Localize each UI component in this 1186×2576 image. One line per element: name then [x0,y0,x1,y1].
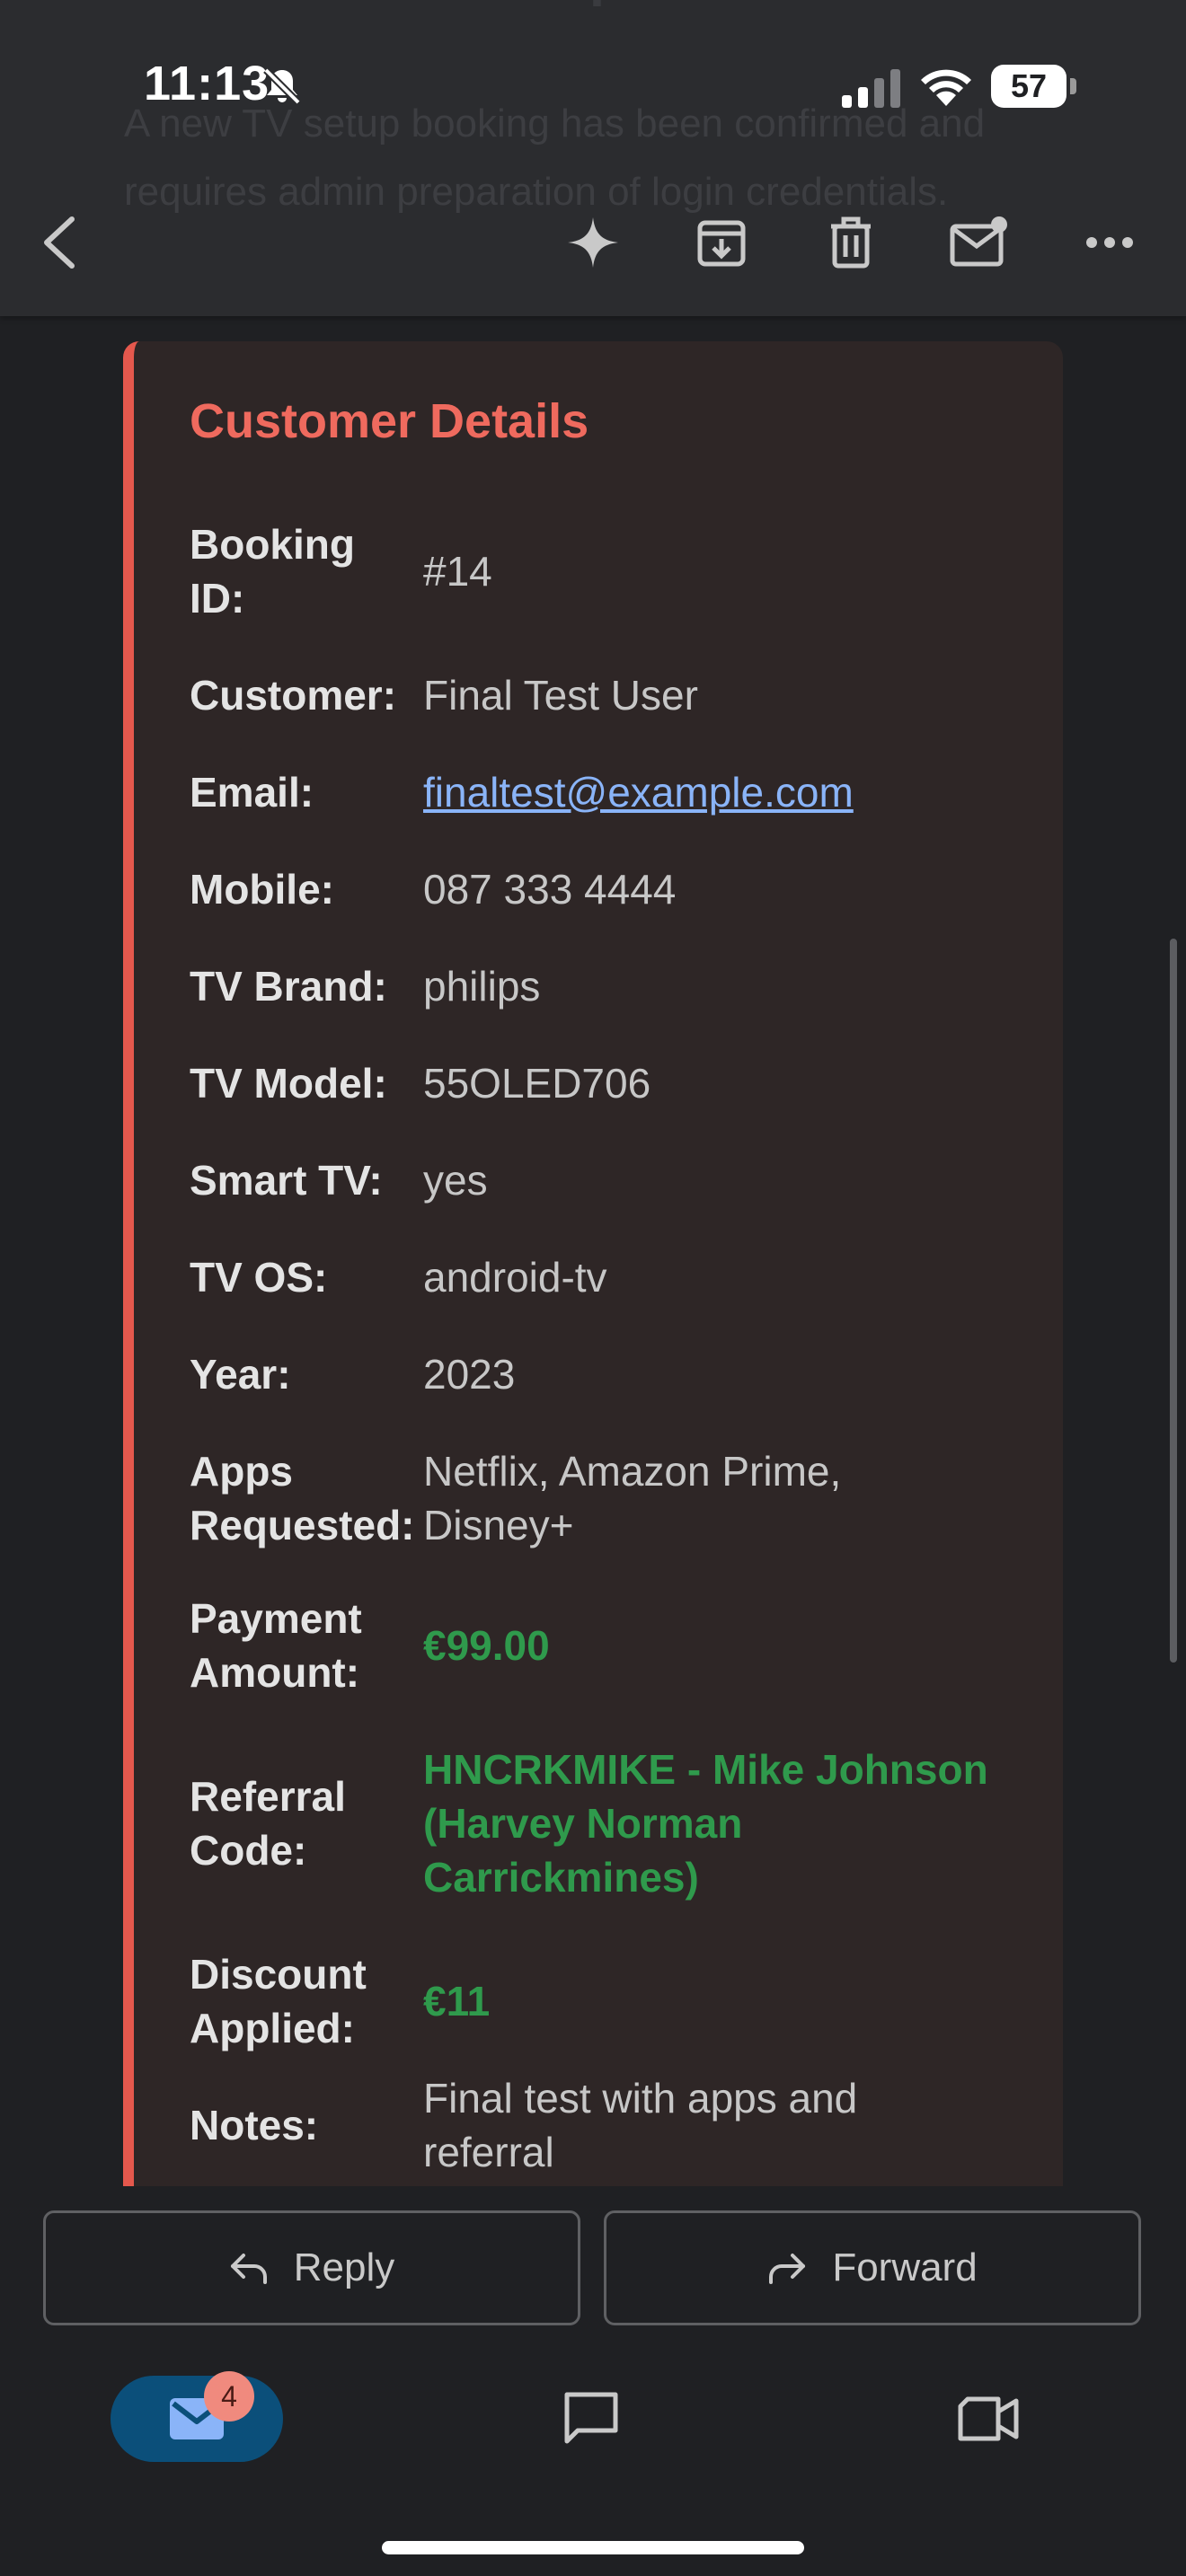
video-camera-icon [958,2396,1019,2441]
detail-label: Payment Amount: [190,1595,362,1696]
detail-value: #14 [423,548,492,595]
sparkle-icon [568,217,618,268]
detail-label: Smart TV: [190,1157,383,1204]
detail-label: TV Model: [190,1060,387,1107]
detail-value: yes [423,1157,488,1204]
customer-details-title: Customer Details [190,394,589,448]
archive-button[interactable] [689,210,754,275]
more-horizontal-icon [1086,237,1133,248]
reply-label: Reply [293,2245,395,2289]
detail-value: philips [423,963,541,1010]
reply-icon [230,2254,267,2284]
home-indicator[interactable] [382,2541,804,2554]
nav-chat-tab[interactable] [557,2385,625,2453]
email-subject-ghost: Admin Action Required [124,0,741,8]
trash-icon [831,216,871,269]
top-bar: Admin Action Required A new TV setup boo… [0,0,1186,316]
detail-label: Booking ID: [190,521,355,622]
detail-value: 087 333 4444 [423,866,677,913]
detail-value: android-tv [423,1254,607,1301]
detail-label: TV Brand: [190,963,387,1010]
status-time: 11:13 [144,57,270,110]
forward-button[interactable]: Forward [604,2210,1141,2325]
mail-unread-icon [950,216,1007,267]
more-options-button[interactable] [1077,210,1142,275]
email-link[interactable]: finaltest@example.com [423,765,1007,819]
bell-off-icon [263,67,301,105]
detail-label: Apps Requested: [190,1448,415,1548]
back-button[interactable] [27,210,92,275]
customer-details-card: Customer Details Booking ID: #14 Custome… [123,341,1063,2186]
unread-count-badge: 4 [204,2371,254,2422]
detail-value: 2023 [423,1351,516,1398]
detail-label: Mobile: [190,866,334,913]
battery-indicator: 57 [991,65,1077,110]
detail-label: Email: [190,769,314,816]
discount-value: €11 [423,1978,491,2025]
detail-value: Netflix, Amazon Prime, Disney+ [423,1448,842,1548]
battery-level: 57 [991,65,1067,108]
mark-unread-button[interactable] [947,210,1012,275]
reply-button[interactable]: Reply [43,2210,580,2325]
delete-button[interactable] [819,210,883,275]
detail-label: Notes: [190,2102,319,2148]
archive-icon [697,220,746,267]
detail-label: Year: [190,1351,291,1398]
signal-icon [842,69,900,108]
chevron-left-icon [44,216,75,269]
referral-code-value: HNCRKMIKE - Mike Johnson (Harvey Norman … [423,1746,988,1901]
battery-tip [1070,78,1076,94]
forward-label: Forward [832,2245,978,2289]
detail-label: Customer: [190,672,397,719]
detail-value: Final test with apps and referral [423,2075,858,2175]
gemini-button[interactable] [561,210,625,275]
chat-icon [564,2392,618,2444]
detail-label: TV OS: [190,1254,328,1301]
detail-value: 55OLED706 [423,1060,651,1107]
nav-meet-tab[interactable] [954,2385,1022,2453]
scrollbar[interactable] [1170,939,1177,1663]
email-body[interactable]: Customer Details Booking ID: #14 Custome… [0,316,1186,2186]
detail-value: Final Test User [423,672,698,719]
forward-icon [769,2254,806,2284]
wifi-icon [921,69,971,106]
payment-amount-value: €99.00 [423,1622,550,1669]
detail-label: Referral Code: [190,1773,346,1874]
nav-mail-tab[interactable] [111,2376,283,2462]
detail-label: Discount Applied: [190,1951,367,2051]
